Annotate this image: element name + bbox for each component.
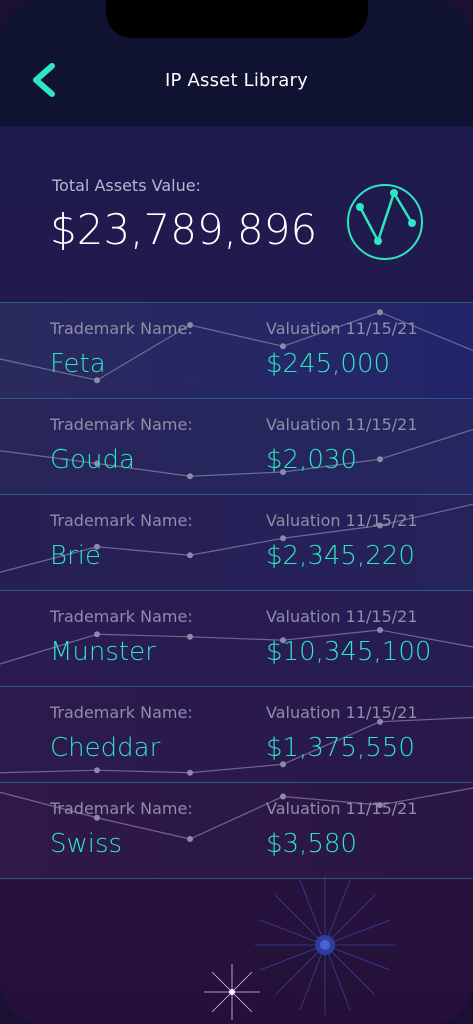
valuation-value: $2,345,220 <box>266 541 415 571</box>
list-item[interactable]: Trademark Name: Valuation 11/15/21 Chedd… <box>0 686 473 782</box>
app-screen: IP Asset Library Total Assets Value: $23… <box>0 0 473 1024</box>
trademark-name-label: Trademark Name: <box>50 607 193 626</box>
valuation-label: Valuation 11/15/21 <box>266 319 418 338</box>
total-assets-value: $23,789,896 <box>50 205 318 254</box>
valuation-label: Valuation 11/15/21 <box>266 415 418 434</box>
list-item[interactable]: Trademark Name: Valuation 11/15/21 Feta … <box>0 302 473 398</box>
valuation-value: $1,375,550 <box>266 733 415 763</box>
sparkline-point <box>377 627 383 633</box>
trademark-name-label: Trademark Name: <box>50 799 193 818</box>
trademark-name-label: Trademark Name: <box>50 415 193 434</box>
total-assets-label: Total Assets Value: <box>52 176 201 195</box>
valuation-value: $2,030 <box>266 445 357 475</box>
list-item[interactable]: Trademark Name: Valuation 11/15/21 Munst… <box>0 590 473 686</box>
valuation-label: Valuation 11/15/21 <box>266 799 418 818</box>
trademark-list: Trademark Name: Valuation 11/15/21 Feta … <box>0 302 473 879</box>
line-chart-circle-icon[interactable] <box>346 183 424 261</box>
list-item[interactable]: Trademark Name: Valuation 11/15/21 Brie … <box>0 494 473 590</box>
device-notch <box>106 0 368 38</box>
valuation-value: $245,000 <box>266 349 391 379</box>
page-title: IP Asset Library <box>165 70 308 91</box>
firework-blue-decoration <box>255 875 395 1015</box>
trademark-name: Cheddar <box>50 733 161 763</box>
valuation-value: $3,580 <box>266 829 357 859</box>
sparkline-point <box>187 836 193 842</box>
list-item[interactable]: Trademark Name: Valuation 11/15/21 Swiss… <box>0 782 473 879</box>
firework-white-decoration <box>204 964 260 1020</box>
sparkline-point <box>94 767 100 774</box>
trademark-name: Brie <box>50 541 101 571</box>
list-item[interactable]: Trademark Name: Valuation 11/15/21 Gouda… <box>0 398 473 494</box>
valuation-label: Valuation 11/15/21 <box>266 703 418 722</box>
sparkline-point <box>377 456 383 463</box>
sparkline-point <box>187 473 193 480</box>
sparkline-point <box>187 552 193 559</box>
trademark-name: Gouda <box>50 445 135 475</box>
trademark-name: Swiss <box>50 829 123 859</box>
valuation-label: Valuation 11/15/21 <box>266 511 418 530</box>
sparkline-point <box>377 309 383 316</box>
sparkline-point <box>187 769 193 776</box>
trademark-name: Feta <box>50 349 106 379</box>
trademark-name: Munster <box>50 637 156 667</box>
sparkline-point <box>187 633 193 640</box>
trademark-name-label: Trademark Name: <box>50 319 193 338</box>
valuation-value: $10,345,100 <box>266 637 432 667</box>
trademark-name-label: Trademark Name: <box>50 703 193 722</box>
trademark-name-label: Trademark Name: <box>50 511 193 530</box>
valuation-label: Valuation 11/15/21 <box>266 607 418 626</box>
